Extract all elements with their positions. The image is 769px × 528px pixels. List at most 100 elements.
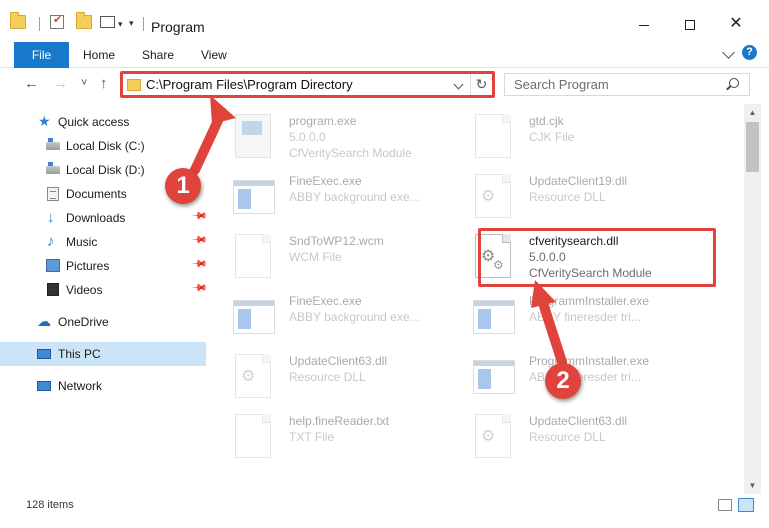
recent-locations-button[interactable]: ˅ <box>81 77 87 89</box>
sidebar-item-label: Music <box>66 235 98 249</box>
rename-icon[interactable] <box>100 16 115 28</box>
tiles-view-icon[interactable] <box>738 498 754 512</box>
search-box[interactable] <box>504 73 750 96</box>
sidebar-item-music[interactable]: ♪ Music 📌 <box>0 230 208 254</box>
vertical-scrollbar[interactable]: ▲ ▼ <box>744 104 761 494</box>
sidebar-item-onedrive[interactable]: ☁ OneDrive <box>0 310 206 334</box>
ribbon: File Home Share View ? <box>0 40 769 68</box>
file-item[interactable]: FineExec.exe ABBY background exe... <box>217 168 457 228</box>
maximize-icon <box>685 20 695 31</box>
file-name: UpdateClient63.dll <box>289 354 388 368</box>
pin-icon[interactable]: 📌 <box>191 232 208 249</box>
close-button[interactable]: ✕ <box>713 8 759 40</box>
sidebar-item-label: OneDrive <box>58 315 109 329</box>
minimize-icon <box>639 24 649 26</box>
sidebar-item-label: Videos <box>66 283 103 297</box>
details-view-icon[interactable] <box>718 499 732 511</box>
videos-icon <box>47 283 59 296</box>
gear-icon: ⚙ <box>481 428 496 445</box>
file-item[interactable]: ⚙ UpdateClient63.dll Resource DLL <box>457 408 697 468</box>
minimize-button[interactable] <box>621 8 667 40</box>
pin-icon[interactable]: 📌 <box>191 208 208 225</box>
folder-icon <box>10 12 26 29</box>
file-name: program.exe <box>289 114 357 128</box>
item-count: 128 items <box>26 499 74 511</box>
file-description: CfVeritySearch Module <box>289 146 412 160</box>
sidebar-item-label: Downloads <box>66 211 126 225</box>
search-icon[interactable] <box>729 78 739 88</box>
sidebar-item-pictures[interactable]: Pictures 📌 <box>0 254 208 278</box>
file-name: gtd.cjk <box>529 114 564 128</box>
tab-view[interactable]: View <box>201 43 227 68</box>
highlight-box <box>478 228 716 287</box>
new-folder-icon[interactable] <box>76 12 92 29</box>
file-name: UpdateClient63.dll <box>529 414 628 428</box>
address-field[interactable]: C:\Program Files\Program Directory <box>123 74 467 95</box>
exe-window-icon <box>473 300 515 334</box>
download-icon: ↓ <box>47 209 55 226</box>
scroll-up-icon[interactable]: ▲ <box>744 104 761 121</box>
file-item[interactable]: gtd.cjk CJK File <box>457 108 697 168</box>
file-item[interactable]: ⚙ UpdateClient19.dll Resource DLL <box>457 168 697 228</box>
window-title: Program <box>151 19 205 35</box>
properties-icon[interactable] <box>50 13 64 29</box>
drive-icon <box>46 138 60 150</box>
help-icon[interactable]: ? <box>742 45 757 60</box>
folder-icon <box>127 79 141 91</box>
sidebar-item-quick-access[interactable]: ★ Quick access <box>0 110 206 134</box>
expand-ribbon-icon[interactable] <box>722 46 735 59</box>
search-input[interactable] <box>505 74 725 95</box>
file-name: ProgrammInstaller.exe <box>529 294 650 308</box>
file-list: program.exe 5.0.0.0 CfVeritySearch Modul… <box>207 104 744 494</box>
network-icon <box>37 381 51 391</box>
exe-window-icon <box>233 180 275 214</box>
navigation-pane: ★ Quick access Local Disk (C:) Local Dis… <box>0 104 208 494</box>
sidebar-item-label: This PC <box>58 347 101 361</box>
file-item[interactable]: FineExec.exe ABBY background exe... <box>217 288 457 348</box>
customize-quick-access-icon[interactable]: ▾ <box>129 18 134 29</box>
sidebar-item-local-disk-c[interactable]: Local Disk (C:) <box>0 134 206 158</box>
refresh-button[interactable]: ↻ <box>470 74 492 95</box>
pin-icon[interactable]: 📌 <box>191 256 208 273</box>
file-icon <box>235 414 271 458</box>
maximize-button[interactable] <box>667 8 713 40</box>
file-name: FineExec.exe <box>289 174 362 188</box>
title-bar: ▾ ▾ Program ✕ <box>0 0 769 40</box>
separator <box>39 17 40 31</box>
file-item[interactable]: help.fineReader.txt TXT File <box>217 408 457 468</box>
scroll-thumb[interactable] <box>746 122 759 172</box>
back-button[interactable]: ← <box>24 75 39 92</box>
music-icon: ♪ <box>47 233 55 250</box>
pin-icon[interactable]: 📌 <box>191 280 208 297</box>
exe-window-icon <box>233 300 275 334</box>
step-marker-2: 2 <box>545 363 581 399</box>
tab-home[interactable]: Home <box>83 43 115 68</box>
address-bar[interactable]: C:\Program Files\Program Directory ↻ <box>120 71 495 98</box>
sidebar-item-label: Quick access <box>58 115 130 129</box>
forward-button[interactable]: → <box>53 75 68 92</box>
sidebar-item-downloads[interactable]: ↓ Downloads 📌 <box>0 206 208 230</box>
file-type: ABBY background exe... <box>289 310 420 324</box>
sidebar-item-videos[interactable]: Videos 📌 <box>0 278 208 302</box>
separator <box>143 17 144 31</box>
file-icon <box>235 234 271 278</box>
file-type: ABBY background exe... <box>289 190 420 204</box>
file-name: UpdateClient19.dll <box>529 174 628 188</box>
file-type: CJK File <box>529 130 575 144</box>
file-name: FineExec.exe <box>289 294 362 308</box>
file-type: Resource DLL <box>529 190 606 204</box>
chevron-down-icon[interactable]: ▾ <box>118 19 123 30</box>
navigation-bar: ← → ˅ ↑ C:\Program Files\Program Directo… <box>0 68 769 102</box>
file-item[interactable]: SndToWP12.wcm WCM File <box>217 228 457 288</box>
file-item[interactable]: ⚙ UpdateClient63.dll Resource DLL <box>217 348 457 408</box>
sidebar-item-label: Network <box>58 379 103 393</box>
sidebar-item-network[interactable]: Network <box>0 374 206 398</box>
tab-file[interactable]: File <box>14 42 69 68</box>
tab-share[interactable]: Share <box>142 43 174 68</box>
sidebar-item-this-pc[interactable]: This PC <box>0 342 206 366</box>
file-item[interactable]: ProgrammInstaller.exe ABBY fineresder tr… <box>457 288 697 348</box>
status-bar: 128 items <box>0 494 769 528</box>
scroll-down-icon[interactable]: ▼ <box>744 477 761 494</box>
up-button[interactable]: ↑ <box>100 75 108 92</box>
file-item[interactable]: program.exe 5.0.0.0 CfVeritySearch Modul… <box>217 108 457 168</box>
